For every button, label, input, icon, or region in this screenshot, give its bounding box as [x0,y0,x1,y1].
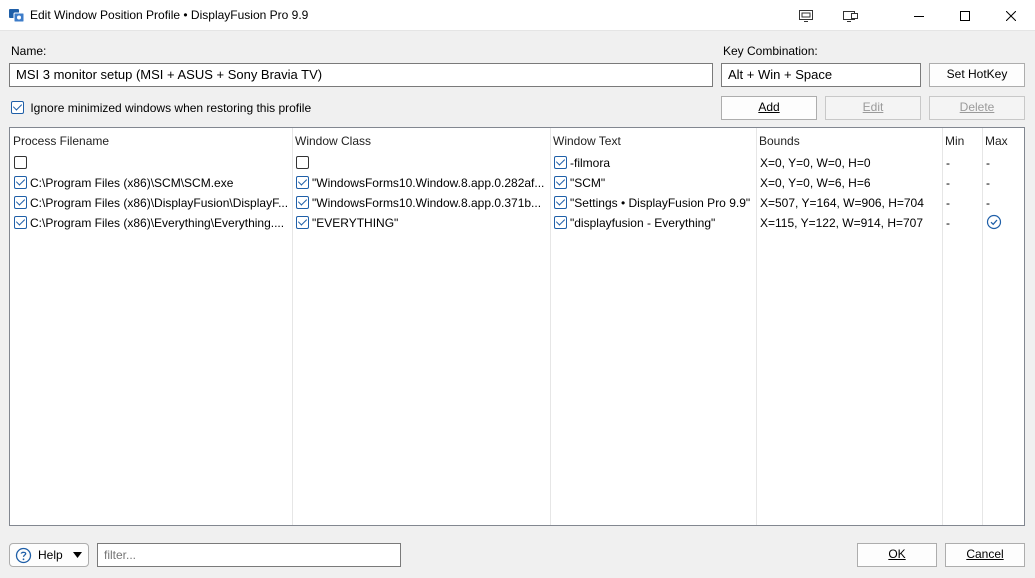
displayfusion-app-icon [9,9,25,23]
max-cell [986,214,1020,234]
help-label: Help [38,548,63,562]
column-header-max[interactable]: Max [985,134,1008,148]
window-text-cell: -filmora [554,156,754,171]
window-class: "WindowsForms10.Window.8.app.0.371b... [312,196,542,210]
window-class: "EVERYTHING" [312,216,399,230]
table-row[interactable]: -filmora X=0, Y=0, W=0, H=0 - - [10,153,1024,173]
table-row[interactable]: C:\Program Files (x86)\DisplayFusion\Dis… [10,193,1024,213]
title-bar: Edit Window Position Profile • DisplayFu… [0,0,1035,31]
process-cell: C:\Program Files (x86)\SCM\SCM.exe [14,176,290,191]
process-cell: C:\Program Files (x86)\Everything\Everyt… [14,216,290,231]
window-class-checkbox[interactable] [296,196,309,209]
window-class-checkbox[interactable] [296,176,309,189]
ignore-minimized-checkbox[interactable] [11,101,24,115]
minimize-icon [914,15,924,17]
window-class: "WindowsForms10.Window.8.app.0.282af... [312,176,545,190]
delete-button[interactable]: Delete [929,96,1025,120]
column-header-process[interactable]: Process Filename [13,134,109,148]
minimize-button[interactable] [896,0,942,31]
snap-window-button[interactable] [783,0,829,31]
max-cell: - [986,156,990,170]
window-text-checkbox[interactable] [554,156,567,169]
window-class-checkbox[interactable] [296,216,309,229]
window-class-cell: "EVERYTHING" [296,216,548,231]
window-class-checkbox[interactable] [296,156,309,169]
process-filename: C:\Program Files (x86)\Everything\Everyt… [30,216,285,230]
min-cell: - [946,216,950,230]
window-text-checkbox[interactable] [554,216,567,229]
window-text-checkbox[interactable] [554,196,567,209]
window-text-checkbox[interactable] [554,176,567,189]
filter-input[interactable] [97,543,401,567]
window-title: Edit Window Position Profile • DisplayFu… [30,8,309,22]
window-text: "displayfusion - Everything" [570,216,716,230]
help-button[interactable]: Help [9,543,89,567]
ignore-minimized-label: Ignore minimized windows when restoring … [30,100,312,115]
monitor-snap-icon [799,9,813,22]
delete-button-label: Delete [959,100,995,114]
ok-button-label: OK [888,547,906,561]
window-rules-list[interactable]: Process Filename Window Class Window Tex… [9,127,1025,526]
window-text: "SCM" [570,176,606,190]
process-cell [14,156,290,171]
name-label: Name: [11,44,47,58]
close-icon [1006,10,1016,21]
question-icon [15,547,32,564]
edit-button-label: Edit [862,100,884,114]
max-cell: - [986,196,990,210]
key-combination-input[interactable]: Alt + Win + Space [721,63,921,87]
monitor-move-icon [843,10,858,22]
window-class-cell: "WindowsForms10.Window.8.app.0.282af... [296,176,548,191]
key-combination-label: Key Combination: [723,44,818,58]
column-header-window-class[interactable]: Window Class [295,134,371,148]
min-cell: - [946,196,950,210]
window-text-cell: "SCM" [554,176,754,191]
bounds-cell: X=507, Y=164, W=906, H=704 [760,196,924,210]
bounds-cell: X=0, Y=0, W=0, H=0 [760,156,871,170]
ignore-minimized-option[interactable]: Ignore minimized windows when restoring … [11,100,311,115]
process-filename: C:\Program Files (x86)\DisplayFusion\Dis… [30,196,289,210]
window-text-cell: "displayfusion - Everything" [554,216,754,231]
window-class-cell: "WindowsForms10.Window.8.app.0.371b... [296,196,548,211]
max-checked-circle-icon [986,214,1002,230]
process-filename: C:\Program Files (x86)\SCM\SCM.exe [30,176,234,190]
table-row[interactable]: C:\Program Files (x86)\Everything\Everyt… [10,213,1024,233]
min-cell: - [946,176,950,190]
column-header-bounds[interactable]: Bounds [759,134,800,148]
min-cell: - [946,156,950,170]
maximize-button[interactable] [942,0,988,31]
edit-button[interactable]: Edit [825,96,921,120]
add-button[interactable]: Add [721,96,817,120]
bounds-cell: X=115, Y=122, W=914, H=707 [760,216,924,230]
cancel-button[interactable]: Cancel [945,543,1025,567]
column-header-min[interactable]: Min [945,134,964,148]
process-checkbox[interactable] [14,196,27,209]
add-button-label: Add [758,100,780,114]
table-row[interactable]: C:\Program Files (x86)\SCM\SCM.exe "Wind… [10,173,1024,193]
window-class-cell [296,156,548,171]
maximize-icon [960,10,970,21]
process-checkbox[interactable] [14,156,27,169]
window-text-cell: "Settings • DisplayFusion Pro 9.9" [554,196,754,211]
process-checkbox[interactable] [14,176,27,189]
bounds-cell: X=0, Y=0, W=6, H=6 [760,176,871,190]
name-input[interactable]: MSI 3 monitor setup (MSI + ASUS + Sony B… [9,63,713,87]
max-cell: - [986,176,990,190]
cancel-button-label: Cancel [966,547,1004,561]
column-header-window-text[interactable]: Window Text [553,134,621,148]
close-button[interactable] [988,0,1034,31]
window-text: -filmora [570,156,611,170]
move-to-monitor-button[interactable] [828,0,874,31]
window-text: "Settings • DisplayFusion Pro 9.9" [570,196,751,210]
caret-down-icon[interactable] [73,552,82,558]
process-cell: C:\Program Files (x86)\DisplayFusion\Dis… [14,196,290,211]
process-checkbox[interactable] [14,216,27,229]
set-hotkey-button[interactable]: Set HotKey [929,63,1025,87]
ok-button[interactable]: OK [857,543,937,567]
